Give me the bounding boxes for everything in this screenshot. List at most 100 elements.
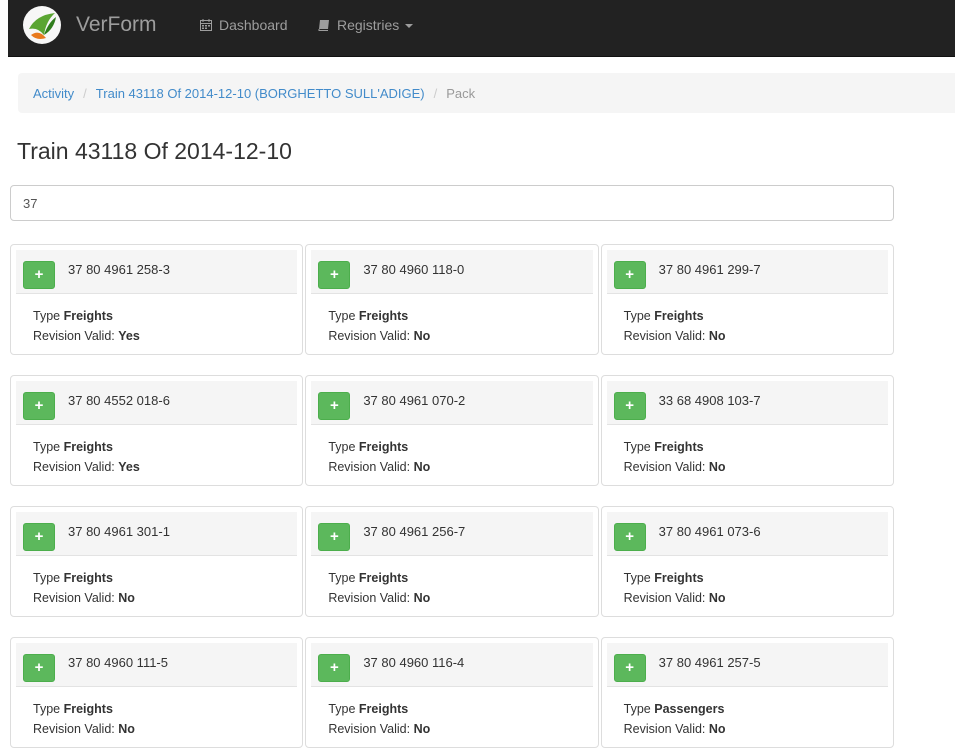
wagon-type: Freights xyxy=(63,309,113,323)
wagon-card-header: +37 80 4961 299-7 xyxy=(606,250,888,294)
revision-value: No xyxy=(118,591,135,605)
wagon-card: +37 80 4961 258-3 Type Freights Revision V… xyxy=(10,244,304,355)
wagon-type: Freights xyxy=(358,571,409,585)
wagon-card-body: Type Freights Revision Valid: No xyxy=(11,556,302,608)
type-label: Type xyxy=(33,702,61,716)
wagon-card-header: +37 80 4552 018-6 xyxy=(16,381,298,425)
add-wagon-button[interactable]: + xyxy=(23,522,55,551)
add-wagon-button[interactable]: + xyxy=(318,391,351,420)
wagon-card-body: Type Freights Revision Valid: No xyxy=(306,425,597,477)
breadcrumb-separator: / xyxy=(433,85,438,101)
wagon-card-body: Type Freights Revision Valid: No xyxy=(602,425,893,477)
nav-dashboard[interactable]: Dashboard xyxy=(200,17,288,33)
wagon-card-header: +37 80 4961 301-1 xyxy=(16,512,298,556)
breadcrumb: Activity / Train 43118 Of 2014-12-10 (BO… xyxy=(18,73,955,113)
wagon-card-header: +37 80 4961 070-2 xyxy=(311,381,593,425)
add-wagon-button[interactable]: + xyxy=(613,391,646,420)
add-wagon-button[interactable]: + xyxy=(613,522,646,551)
wagon-number: 37 80 4960 118-0 xyxy=(363,262,465,277)
wagon-type: Freights xyxy=(63,702,113,716)
revision-line: Revision Valid: No xyxy=(33,719,302,739)
add-wagon-button[interactable]: + xyxy=(613,260,646,289)
type-label: Type xyxy=(33,309,61,323)
add-wagon-button[interactable]: + xyxy=(318,653,351,682)
wagon-number: 37 80 4961 070-2 xyxy=(363,393,466,408)
revision-line: Revision Valid: No xyxy=(328,719,597,739)
wagon-card-body: Type Freights Revision Valid: Yes xyxy=(11,294,302,346)
type-label: Type xyxy=(328,440,356,454)
add-wagon-button[interactable]: + xyxy=(23,260,55,289)
wagon-card-body: Type Freights Revision Valid: No xyxy=(602,556,893,608)
revision-value: No xyxy=(413,722,431,736)
wagon-number: 37 80 4552 018-6 xyxy=(68,393,170,408)
revision-line: Revision Valid: Yes xyxy=(33,326,302,346)
revision-label: Revision Valid: xyxy=(33,329,115,343)
revision-value: No xyxy=(413,460,431,474)
breadcrumb-activity[interactable]: Activity xyxy=(33,86,74,101)
wagon-card-header: +33 68 4908 103-7 xyxy=(606,381,888,425)
revision-label: Revision Valid: xyxy=(328,591,411,605)
wagon-type-line: Type Freights xyxy=(624,306,893,326)
wagon-card-header: +37 80 4960 118-0 xyxy=(311,250,593,294)
nav-registries-label: Registries xyxy=(337,17,400,33)
revision-label: Revision Valid: xyxy=(328,722,411,736)
wagon-card: +37 80 4961 070-2 Type Freights Revision V… xyxy=(305,375,599,486)
navbar: VerForm Dashboard Registries xyxy=(8,0,955,57)
wagon-type-line: Type Freights xyxy=(624,568,893,588)
wagon-card-body: Type Freights Revision Valid: Yes xyxy=(11,425,302,477)
add-wagon-button[interactable]: + xyxy=(23,653,55,682)
wagon-type-line: Type Freights xyxy=(33,699,302,719)
page-title: Train 43118 Of 2014-12-10 xyxy=(17,138,292,164)
add-wagon-button[interactable]: + xyxy=(318,522,351,551)
revision-value: No xyxy=(708,722,726,736)
brand[interactable]: VerForm xyxy=(22,4,157,46)
wagon-number: 37 80 4961 258-3 xyxy=(68,262,170,277)
type-label: Type xyxy=(623,440,651,454)
search-input[interactable] xyxy=(10,185,894,221)
type-label: Type xyxy=(328,702,356,716)
nav-registries-dropdown[interactable]: Registries xyxy=(318,17,414,33)
add-wagon-button[interactable]: + xyxy=(23,391,55,420)
wagon-type-line: Type Freights xyxy=(328,699,597,719)
wagon-type-line: Type Freights xyxy=(33,437,302,457)
wagon-type: Passengers xyxy=(654,702,725,716)
revision-value: Yes xyxy=(118,460,140,474)
wagon-card: +37 80 4961 301-1 Type Freights Revision V… xyxy=(10,506,304,617)
revision-line: Revision Valid: No xyxy=(624,457,893,477)
wagon-type: Freights xyxy=(63,571,113,585)
wagon-card-body: Type Freights Revision Valid: No xyxy=(602,294,893,346)
wagon-card: +37 80 4961 257-5 Type Passengers Revision… xyxy=(600,637,894,748)
wagon-card-body: Type Freights Revision Valid: No xyxy=(306,294,597,346)
breadcrumb-current: Pack xyxy=(446,85,476,101)
type-label: Type xyxy=(33,571,61,585)
wagon-number: 37 80 4961 073-6 xyxy=(658,524,761,539)
revision-value: No xyxy=(413,591,431,605)
wagon-card: +37 80 4960 118-0 Type Freights Revision V… xyxy=(305,244,599,355)
wagon-card: +37 80 4961 073-6 Type Freights Revision V… xyxy=(600,506,894,617)
revision-label: Revision Valid: xyxy=(33,591,115,605)
wagon-card-body: Type Passengers Revision Valid: No xyxy=(602,687,893,739)
breadcrumb-train[interactable]: Train 43118 Of 2014-12-10 (BORGHETTO SUL… xyxy=(96,86,425,101)
wagon-type-line: Type Freights xyxy=(328,306,597,326)
revision-line: Revision Valid: No xyxy=(624,588,893,608)
wagon-number: 37 80 4960 116-4 xyxy=(363,655,465,670)
wagon-card-header: +37 80 4960 116-4 xyxy=(311,643,593,687)
wagon-type-line: Type Freights xyxy=(328,568,597,588)
revision-value: No xyxy=(413,329,431,343)
add-wagon-button[interactable]: + xyxy=(613,653,646,682)
wagon-number: 37 80 4960 111-5 xyxy=(68,655,168,670)
add-wagon-button[interactable]: + xyxy=(318,260,351,289)
wagon-type-line: Type Freights xyxy=(328,437,597,457)
revision-value: No xyxy=(708,460,726,474)
caret-down-icon xyxy=(405,24,414,28)
wagon-type: Freights xyxy=(358,309,409,323)
revision-label: Revision Valid: xyxy=(623,460,706,474)
revision-label: Revision Valid: xyxy=(33,722,115,736)
book-icon xyxy=(318,20,329,31)
revision-line: Revision Valid: No xyxy=(328,326,597,346)
wagon-number: 37 80 4961 301-1 xyxy=(68,524,170,539)
revision-label: Revision Valid: xyxy=(623,329,706,343)
revision-label: Revision Valid: xyxy=(623,591,706,605)
wagon-card-header: +37 80 4960 111-5 xyxy=(16,643,298,687)
revision-value: No xyxy=(118,722,135,736)
